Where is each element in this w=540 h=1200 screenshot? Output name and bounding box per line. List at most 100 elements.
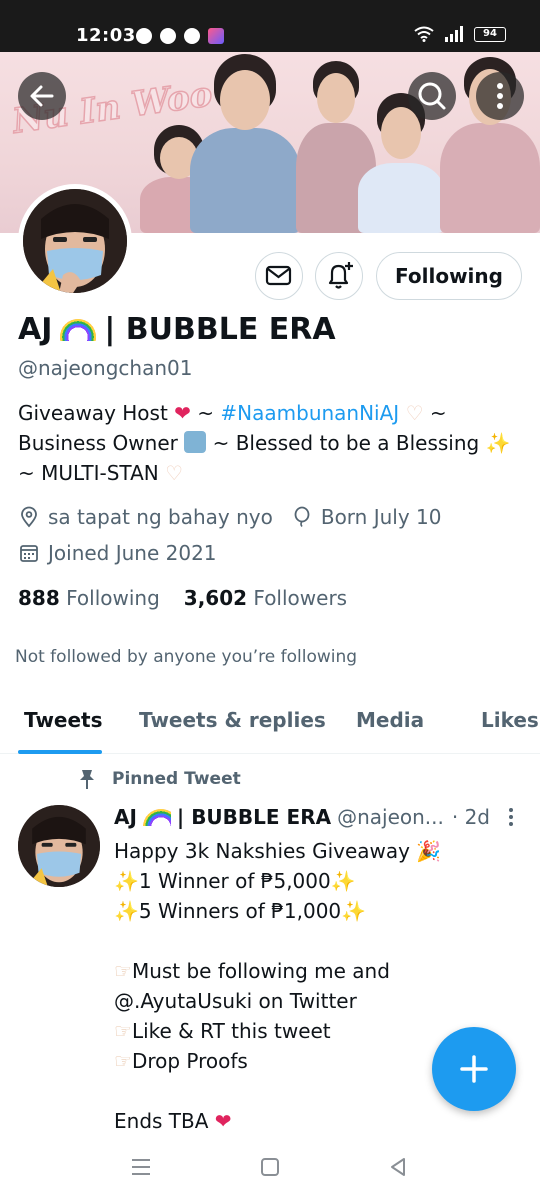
birthday-text: Born July 10 xyxy=(320,505,442,529)
tweet-line: ✨1 Winner of ₱5,000✨ xyxy=(114,866,444,896)
envelope-icon xyxy=(265,265,292,286)
pointing-hand-emoji-icon: ☞ xyxy=(114,959,132,983)
bio-text: ~ xyxy=(197,401,215,425)
display-name: AJ xyxy=(18,312,53,347)
tab-likes[interactable]: Likes xyxy=(481,708,539,732)
tweet-line: ☞Drop Proofs xyxy=(114,1046,444,1076)
tweet-line xyxy=(114,926,444,956)
heart-hands-emoji-icon: ♡ xyxy=(405,401,424,425)
sparkles-emoji-icon: ✨ xyxy=(114,869,139,893)
avatar-image xyxy=(23,189,127,293)
pinned-label-text: Pinned Tweet xyxy=(112,769,241,789)
tweet-text: Like & RT this tweet xyxy=(131,1019,331,1043)
compose-tweet-button[interactable] xyxy=(432,1027,516,1111)
tweet-avatar[interactable] xyxy=(18,805,100,887)
profile-handle: @najeongchan01 xyxy=(18,356,193,380)
bio-text: Business Owner xyxy=(18,431,178,455)
status-bar: 12:03 94 xyxy=(0,0,540,52)
facebook-icon xyxy=(136,28,152,44)
home-icon[interactable] xyxy=(259,1156,281,1178)
more-options-button[interactable] xyxy=(476,72,524,120)
active-tab-indicator xyxy=(18,750,102,754)
display-name-suffix: | BUBBLE ERA xyxy=(104,312,336,347)
back-icon[interactable] xyxy=(387,1156,409,1178)
sparkles-emoji-icon: ✨ xyxy=(485,431,511,455)
sparkles-emoji-icon: ✨ xyxy=(330,869,356,893)
heart-emoji-icon: ❤ xyxy=(174,401,191,425)
message-button[interactable] xyxy=(255,252,303,300)
bio-line: Giveaway Host ❤ ~ #NaambunanNiAJ ♡ ~ xyxy=(18,398,528,428)
profile-avatar[interactable] xyxy=(18,184,132,298)
tweet-handle: @najeon... xyxy=(337,805,444,829)
tweet-line: ✨5 Winners of ₱1,000✨ xyxy=(114,896,444,926)
tweet-author-name: AJ xyxy=(114,805,137,829)
notification-icons xyxy=(136,28,224,44)
bell-plus-icon xyxy=(328,262,353,289)
tweet-author[interactable]: AJ | BUBBLE ERA xyxy=(114,805,331,829)
search-icon xyxy=(418,82,446,110)
system-navigation-bar xyxy=(0,1140,540,1200)
not-followed-note: Not followed by anyone you’re following xyxy=(15,647,358,667)
follow-counts: 888 Following 3,602 Followers xyxy=(18,586,347,610)
tweet-text: Drop Proofs xyxy=(131,1049,248,1073)
heart-hands-emoji-icon: ♡ xyxy=(165,461,184,485)
tweet-text: 5 Winners of ₱1,000 xyxy=(138,899,342,923)
tweet-body[interactable]: Happy 3k Nakshies Giveaway 🎉 ✨1 Winner o… xyxy=(114,836,444,1136)
tweet-line xyxy=(114,1076,444,1106)
heart-emoji-icon: ❤ xyxy=(214,1109,232,1133)
wifi-icon xyxy=(414,26,434,42)
tweet-line: Ends TBA ❤ xyxy=(114,1106,444,1136)
recent-apps-icon[interactable] xyxy=(129,1157,153,1177)
more-vertical-icon[interactable] xyxy=(506,806,516,828)
tweet-line: ☞Must be following me and xyxy=(114,956,444,986)
followers-label: Followers xyxy=(253,586,348,610)
back-button[interactable] xyxy=(18,72,66,120)
profile-bio: Giveaway Host ❤ ~ #NaambunanNiAJ ♡ ~ Bus… xyxy=(18,398,528,488)
profile-name: AJ | BUBBLE ERA xyxy=(18,312,336,347)
tweet-line: @.AyutaUsuki on Twitter xyxy=(114,989,357,1013)
rainbow-emoji-icon xyxy=(60,318,97,341)
calendar-icon xyxy=(20,545,38,562)
tab-media[interactable]: Media xyxy=(356,708,424,732)
balloon-icon xyxy=(294,506,310,527)
pointing-hand-emoji-icon: ☞ xyxy=(114,1019,132,1043)
bio-text: ~ xyxy=(429,401,447,425)
location-pin-icon xyxy=(21,506,37,528)
following-count-link[interactable]: 888 Following xyxy=(18,586,160,610)
bio-line: ~ MULTI-STAN ♡ xyxy=(18,458,528,488)
followers-count-link[interactable]: 3,602 Followers xyxy=(184,586,347,610)
following-button[interactable]: Following xyxy=(376,252,522,300)
banner-person xyxy=(440,57,540,233)
sparkles-emoji-icon: ✨ xyxy=(114,899,139,923)
app-icon xyxy=(208,28,224,44)
location-text: sa tapat ng bahay nyo xyxy=(48,505,273,529)
bio-text: ~ MULTI-STAN xyxy=(18,461,159,485)
banner-person xyxy=(190,54,300,233)
following-label: Following xyxy=(66,586,160,610)
bio-text: ~ Blessed to be a Blessing xyxy=(212,431,480,455)
twitter-icon xyxy=(160,28,176,44)
tweet-date: · 2d xyxy=(451,805,490,829)
profile-tabs: Tweets Tweets & replies Media Likes xyxy=(0,690,540,754)
joined-text: Joined June 2021 xyxy=(48,541,217,565)
tab-tweets-replies[interactable]: Tweets & replies xyxy=(139,708,326,732)
sparkles-emoji-icon: ✨ xyxy=(341,899,367,923)
bio-text: Giveaway Host xyxy=(18,401,168,425)
arrow-left-icon xyxy=(30,85,54,107)
notifications-button[interactable] xyxy=(315,252,363,300)
tweet-line: Happy 3k Nakshies Giveaway 🎉 xyxy=(114,836,444,866)
pointing-hand-emoji-icon: ☞ xyxy=(114,1049,132,1073)
search-button[interactable] xyxy=(408,72,456,120)
pinned-label: Pinned Tweet xyxy=(78,768,241,790)
tab-tweets[interactable]: Tweets xyxy=(24,708,103,732)
signal-icon xyxy=(445,26,463,42)
avatar-image xyxy=(18,805,100,887)
hashtag-link[interactable]: #NaambunanNiAJ xyxy=(220,401,399,425)
tweet-line: ☞Like & RT this tweet xyxy=(114,1016,444,1046)
tweet-text: 1 Winner of ₱5,000 xyxy=(138,869,331,893)
tweet-text: Ends TBA xyxy=(114,1109,209,1133)
messenger-icon xyxy=(184,28,200,44)
more-vertical-icon xyxy=(497,83,503,109)
banner-person xyxy=(358,93,444,233)
pin-icon xyxy=(80,770,94,789)
